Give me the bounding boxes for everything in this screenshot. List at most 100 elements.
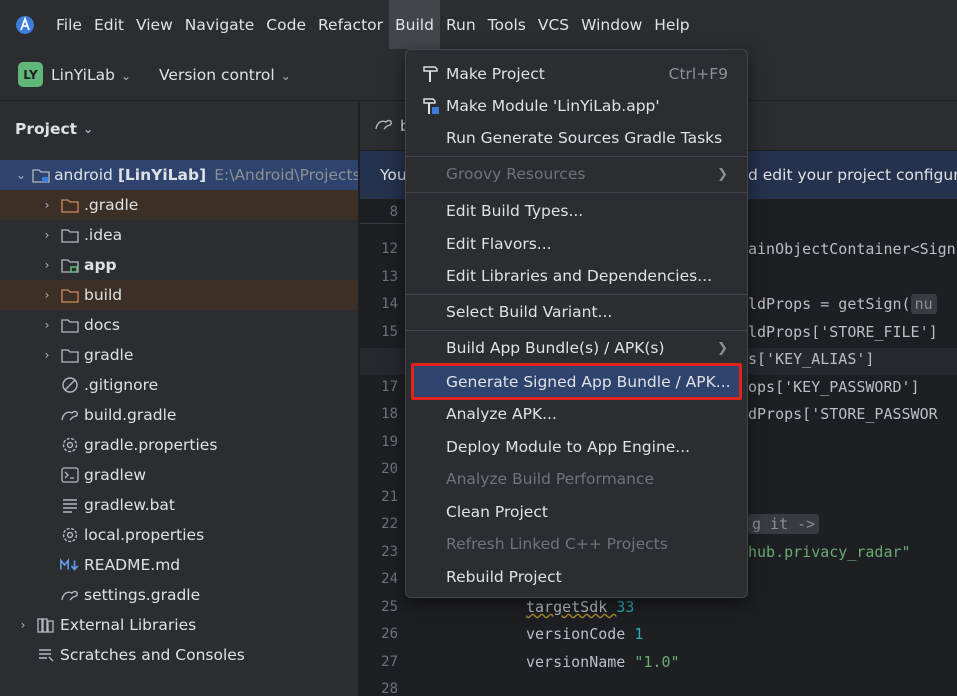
code-line-14[interactable]: ldProps = getSign(nu xyxy=(748,294,937,314)
code-line-27[interactable]: versionName "1.0" xyxy=(526,653,680,671)
tree-item-label: .gradle xyxy=(84,196,139,214)
line-number: 20 xyxy=(381,461,398,477)
code-line-16[interactable]: s['KEY_ALIAS'] xyxy=(748,350,874,368)
code-line-12[interactable]: ainObjectContainer<Signin xyxy=(748,240,957,258)
tree-item-gradle-properties[interactable]: gradle.properties xyxy=(0,430,358,460)
tree-item-build-gradle[interactable]: build.gradle xyxy=(0,400,358,430)
tree-item-settings-gradle[interactable]: settings.gradle xyxy=(0,580,358,610)
code-line-18[interactable]: dProps['STORE_PASSWOR xyxy=(748,405,938,423)
tree-item-android[interactable]: ⌄ android [LinYiLab] E:\Android\Projects… xyxy=(0,160,358,190)
groovy-resources-menu-item[interactable]: Groovy Resources ❯ xyxy=(411,159,742,189)
line-number: 14 xyxy=(381,296,398,312)
menu-window[interactable]: Window xyxy=(575,0,648,49)
menu-code[interactable]: Code xyxy=(260,0,312,49)
menu-item-label: Select Build Variant... xyxy=(446,303,613,321)
tree-item-gradle-folder[interactable]: › gradle xyxy=(0,340,358,370)
tree-item-label: android xyxy=(54,166,113,184)
menu-item-label: Edit Libraries and Dependencies... xyxy=(446,267,712,285)
rebuild-project-menu-item[interactable]: Rebuild Project xyxy=(411,562,742,592)
folder-icon xyxy=(60,196,80,214)
make-module-menu-item[interactable]: Make Module 'LinYiLab.app' xyxy=(411,91,742,121)
tree-item-gradlew-bat[interactable]: gradlew.bat xyxy=(0,490,358,520)
android-studio-logo-icon[interactable] xyxy=(0,0,50,49)
tree-item-gitignore[interactable]: .gitignore xyxy=(0,370,358,400)
project-selector[interactable]: LinYiLab ⌄ xyxy=(51,66,131,84)
tree-item-label: settings.gradle xyxy=(84,586,201,604)
tree-item-scratches[interactable]: Scratches and Consoles xyxy=(0,640,358,670)
run-generate-sources-menu-item[interactable]: Run Generate Sources Gradle Tasks xyxy=(411,123,742,153)
refresh-linked-cpp-menu-item[interactable]: Refresh Linked C++ Projects xyxy=(411,529,742,559)
menu-item-label: Edit Build Types... xyxy=(446,202,584,220)
expand-arrow-icon[interactable]: › xyxy=(40,288,54,302)
menu-edit[interactable]: Edit xyxy=(88,0,130,49)
chevron-down-icon: ⌄ xyxy=(83,122,94,136)
tree-item-gradle-dir[interactable]: › .gradle xyxy=(0,190,358,220)
menu-navigate[interactable]: Navigate xyxy=(179,0,261,49)
project-badge: LY xyxy=(18,62,43,87)
deploy-module-menu-item[interactable]: Deploy Module to App Engine... xyxy=(411,432,742,462)
menu-tools[interactable]: Tools xyxy=(482,0,532,49)
tree-item-build-dir[interactable]: › build xyxy=(0,280,358,310)
tree-item-gradlew[interactable]: gradlew xyxy=(0,460,358,490)
generate-signed-bundle-menu-item[interactable]: Generate Signed App Bundle / APK... xyxy=(411,363,742,400)
line-number: 26 xyxy=(381,626,398,642)
code-line-23[interactable]: hub.privacy_radar" xyxy=(748,543,911,561)
code-line-26[interactable]: versionCode 1 xyxy=(526,625,643,643)
menu-build[interactable]: Build xyxy=(389,0,440,49)
menu-refactor[interactable]: Refactor xyxy=(312,0,389,49)
menu-file[interactable]: File xyxy=(50,0,88,49)
expand-arrow-icon[interactable]: › xyxy=(40,198,54,212)
menu-view[interactable]: View xyxy=(130,0,179,49)
line-number: 18 xyxy=(381,406,398,422)
build-app-bundle-menu-item[interactable]: Build App Bundle(s) / APK(s) ❯ xyxy=(411,333,742,363)
gradle-icon xyxy=(374,116,394,136)
menu-run[interactable]: Run xyxy=(440,0,482,49)
code-line-25[interactable]: targetSdk 33 xyxy=(526,598,634,616)
expand-arrow-icon[interactable]: › xyxy=(40,348,54,362)
tree-item-label: gradlew xyxy=(84,466,147,484)
analyze-build-performance-menu-item[interactable]: Analyze Build Performance xyxy=(411,464,742,494)
edit-flavors-menu-item[interactable]: Edit Flavors... xyxy=(411,229,742,259)
menu-separator xyxy=(406,294,747,295)
version-control-selector[interactable]: Version control ⌄ xyxy=(159,66,291,84)
banner-text-left: You xyxy=(380,166,407,184)
tree-item-label: gradle.properties xyxy=(84,436,218,454)
analyze-apk-menu-item[interactable]: Analyze APK... xyxy=(411,399,742,429)
menu-item-label: Clean Project xyxy=(446,503,548,521)
menu-vcs[interactable]: VCS xyxy=(532,0,575,49)
parameter-hint: nu xyxy=(910,294,937,314)
tree-item-external-libraries[interactable]: › External Libraries xyxy=(0,610,358,640)
expand-arrow-icon[interactable]: › xyxy=(40,228,54,242)
code-text: ldProps = getSign( xyxy=(748,295,911,313)
tree-item-docs[interactable]: › docs xyxy=(0,310,358,340)
expand-arrow-icon[interactable]: › xyxy=(40,318,54,332)
tree-item-idea[interactable]: › .idea xyxy=(0,220,358,250)
line-number: 19 xyxy=(381,434,398,450)
tree-item-module-name: [LinYiLab] xyxy=(117,166,207,184)
code-line-15[interactable]: ldProps['STORE_FILE'] xyxy=(748,323,938,341)
expand-arrow-icon[interactable]: › xyxy=(40,258,54,272)
folder-icon xyxy=(60,226,80,244)
project-view-selector[interactable]: Project ⌄ xyxy=(0,101,358,157)
code-line-22[interactable]: g it -> xyxy=(748,514,820,534)
terminal-icon xyxy=(60,466,80,484)
make-project-menu-item[interactable]: Make Project Ctrl+F9 xyxy=(411,59,742,89)
edit-build-types-menu-item[interactable]: Edit Build Types... xyxy=(411,196,742,226)
edit-libraries-menu-item[interactable]: Edit Libraries and Dependencies... xyxy=(411,261,742,291)
tree-item-readme[interactable]: README.md xyxy=(0,550,358,580)
tree-item-label: build.gradle xyxy=(84,406,177,424)
code-text: versionName xyxy=(526,653,635,671)
gradle-icon xyxy=(60,586,80,604)
code-line-17[interactable]: ops['KEY_PASSWORD'] xyxy=(748,378,920,396)
expand-arrow-icon[interactable]: › xyxy=(16,618,30,632)
select-build-variant-menu-item[interactable]: Select Build Variant... xyxy=(411,297,742,327)
tree-item-label: .gitignore xyxy=(84,376,159,394)
tree-item-label: build xyxy=(84,286,123,304)
clean-project-menu-item[interactable]: Clean Project xyxy=(411,497,742,527)
sidebar-title: Project xyxy=(15,120,78,138)
tree-item-app[interactable]: › app xyxy=(0,250,358,280)
settings-icon xyxy=(60,436,80,454)
menu-help[interactable]: Help xyxy=(648,0,695,49)
tree-item-local-properties[interactable]: local.properties xyxy=(0,520,358,550)
collapse-arrow-icon[interactable]: ⌄ xyxy=(16,168,26,182)
